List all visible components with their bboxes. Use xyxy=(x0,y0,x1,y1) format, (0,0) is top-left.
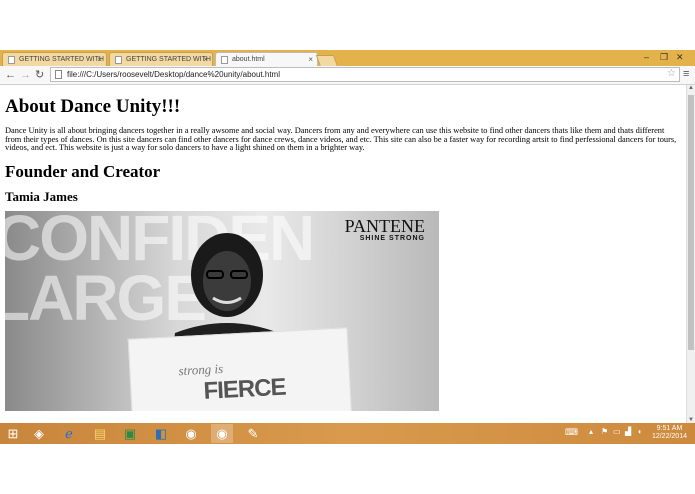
brand-logo: PANTENE xyxy=(344,215,425,236)
file-explorer-icon[interactable]: ▤ xyxy=(89,424,111,443)
founder-heading: Founder and Creator xyxy=(5,161,161,181)
volume-icon[interactable]: ◖ xyxy=(637,427,642,436)
page-title: About Dance Unity!!! xyxy=(5,96,181,117)
page-viewport: About Dance Unity!!! Dance Unity is all … xyxy=(0,85,686,423)
close-window-icon[interactable]: ✕ xyxy=(676,52,684,63)
page-icon xyxy=(115,56,122,64)
minimize-icon[interactable]: – xyxy=(644,52,649,62)
tab-strip: GETTING STARTED WITH × GETTING STARTED W… xyxy=(0,50,695,67)
founder-name: Tamia James xyxy=(5,188,78,204)
scroll-thumb[interactable] xyxy=(688,95,694,350)
brand-tagline: SHINE STRONG xyxy=(359,234,425,242)
clock-time: 9:51 AM xyxy=(656,425,683,432)
keyboard-icon[interactable]: ⌨ xyxy=(565,427,578,438)
forward-arrow-icon[interactable]: → xyxy=(20,68,31,82)
network-icon[interactable]: ▟ xyxy=(625,427,631,436)
close-icon[interactable]: × xyxy=(203,53,208,66)
system-tray: ⌨ ▴ ⚑ ▭ ▟ ◖ 9:51 AM 12/22/2014 xyxy=(555,423,695,444)
file-icon xyxy=(55,70,62,79)
page-icon xyxy=(221,56,228,64)
close-icon[interactable]: × xyxy=(97,53,102,66)
sign-small-text: strong is xyxy=(178,360,224,378)
paint-icon[interactable]: ✎ xyxy=(242,424,264,443)
vertical-scrollbar[interactable]: ▲ ▼ xyxy=(686,85,695,423)
tab-getting-started-1[interactable]: GETTING STARTED WITH × xyxy=(2,52,107,66)
sign-big-text: FIERCE xyxy=(202,373,287,405)
unity-icon[interactable]: ◈ xyxy=(28,424,50,443)
tab-label: about.html xyxy=(232,56,265,63)
scroll-up-icon[interactable]: ▲ xyxy=(688,85,694,91)
remote-desktop-icon[interactable]: ◧ xyxy=(150,424,172,443)
taskbar: ⊞ ◈ ℯ ▤ ▣ ◧ ◉ ◉ ✎ ⌨ ▴ ⚑ ▭ ▟ ◖ 9:51 AM 12… xyxy=(0,423,695,444)
windows-icon[interactable]: ⊞ xyxy=(2,424,24,443)
browser-toolbar: ← → ↻ file:///C:/Users/roosevelt/Desktop… xyxy=(0,66,695,85)
clock[interactable]: 9:51 AM 12/22/2014 xyxy=(652,425,687,441)
chrome-icon[interactable]: ◉ xyxy=(211,424,233,443)
battery-icon[interactable]: ▭ xyxy=(613,427,621,436)
bookmark-star-icon[interactable]: ☆ xyxy=(667,68,676,79)
tab-getting-started-2[interactable]: GETTING STARTED WITH × xyxy=(109,52,213,66)
about-paragraph: Dance Unity is all about bringing dancer… xyxy=(5,126,677,152)
maximize-icon[interactable]: ❐ xyxy=(660,52,668,63)
url-text: file:///C:/Users/roosevelt/Desktop/dance… xyxy=(67,70,280,79)
tab-label: GETTING STARTED WITH xyxy=(19,56,104,63)
page-content: About Dance Unity!!! Dance Unity is all … xyxy=(5,85,680,411)
menu-icon[interactable]: ≡ xyxy=(683,69,689,80)
back-arrow-icon[interactable]: ← xyxy=(5,68,16,82)
clock-date: 12/22/2014 xyxy=(651,433,687,440)
tray-arrow-icon[interactable]: ▴ xyxy=(589,427,593,436)
chrome-icon[interactable]: ◉ xyxy=(180,424,202,443)
reload-icon[interactable]: ↻ xyxy=(35,68,44,82)
flag-icon[interactable]: ⚑ xyxy=(601,427,608,436)
page-icon xyxy=(8,56,15,64)
close-icon[interactable]: × xyxy=(308,53,313,66)
address-bar[interactable]: file:///C:/Users/roosevelt/Desktop/dance… xyxy=(50,67,680,82)
tab-about-html[interactable]: about.html × xyxy=(215,52,318,66)
tab-label: GETTING STARTED WITH xyxy=(126,56,211,63)
internet-explorer-icon[interactable]: ℯ xyxy=(58,424,80,443)
held-sign: strong is FIERCE xyxy=(127,326,353,411)
excel-icon[interactable]: ▣ xyxy=(119,424,141,443)
founder-photo: CONFIDEN LARGE PANTENE SHINE STRONG stro… xyxy=(5,210,439,411)
